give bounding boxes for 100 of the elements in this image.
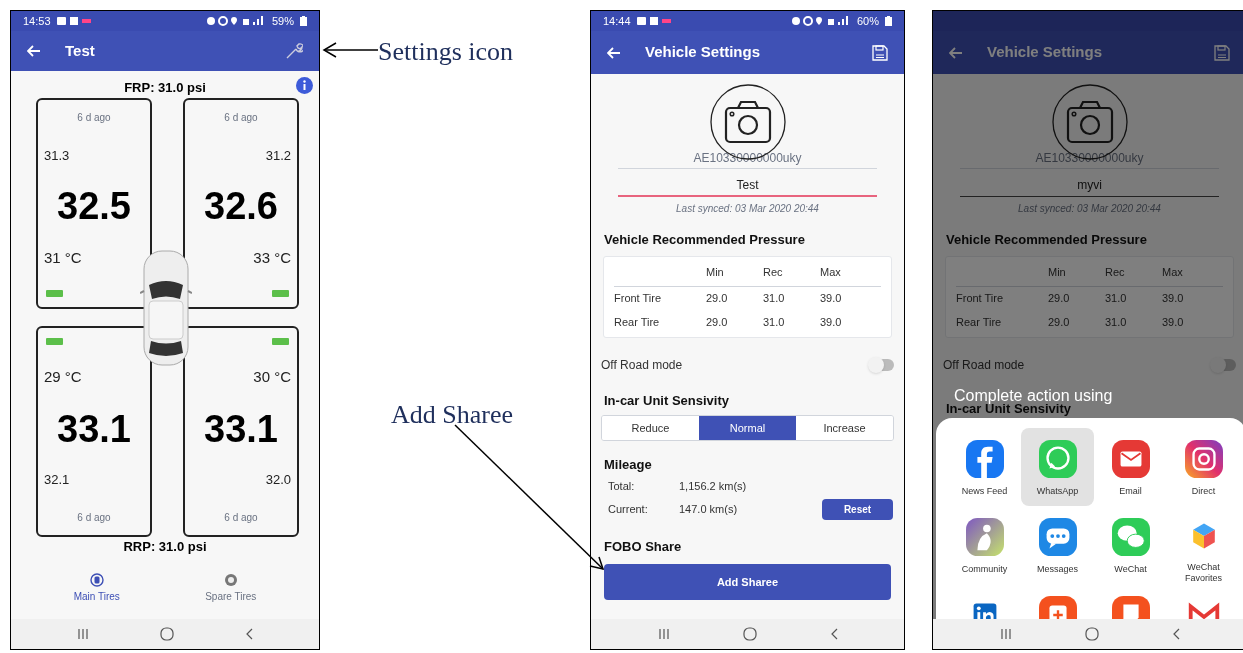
tire-card[interactable]: 29 °C 33.1 32.1 6 d ago [36,326,152,537]
sensor-battery-icon [272,338,289,345]
tire-reading: 32.0 [265,470,291,489]
app-label: News Feed [960,486,1009,497]
recent-apps-icon[interactable] [657,628,670,640]
last-update-time: 6 d ago [77,111,111,125]
app-label: WhatsApp [1035,486,1080,497]
table-cell-text: 29.0 [1048,291,1071,307]
setting-label: Off Road mode [943,356,1025,374]
tire-reading: 31.3 [44,146,70,165]
tire-card[interactable]: 30 °C 33.1 32.0 6 d ago [183,326,299,537]
tire-pressure: 32.5 [57,186,131,226]
app-option[interactable]: Email [1094,428,1167,506]
back-arrow-icon[interactable] [949,46,963,59]
sensor-battery-icon [46,290,63,297]
table-cell-text: 31.0 [1105,291,1128,307]
app-icon [1038,440,1077,478]
last-synced-text: Last synced: 03 Mar 2020 20:44 [675,202,820,216]
app-option[interactable]: Community [948,506,1021,584]
battery-icon [885,16,892,26]
battery-icon [300,16,307,26]
row-label: Front Tire [956,291,1005,307]
back-arrow-icon[interactable] [607,46,621,59]
mileage-label: Total: [608,478,636,494]
app-label: WeChat Favorites [1184,562,1223,584]
back-icon[interactable] [829,628,838,640]
table-cell-text: 39.0 [1162,315,1185,331]
table-cell-text: 39.0 [1162,291,1185,307]
table-cell-text: 31.0 [1105,315,1128,331]
app-icon [1111,518,1150,556]
tire-temperature: 31 °C [44,247,82,268]
mileage-label: Current: [608,501,649,517]
segment-option[interactable]: Increase [796,416,893,440]
bottom-tab[interactable]: Main Tires [73,572,120,604]
back-icon[interactable] [245,628,254,640]
toggle-switch[interactable] [1212,358,1236,371]
tire-reading: 32.1 [44,470,70,489]
save-icon[interactable] [872,44,888,61]
sensor-battery-icon [46,338,63,345]
bottom-tab[interactable]: Spare Tires [205,572,257,604]
app-label: Email [1118,486,1143,497]
segment-option[interactable]: Normal [699,416,796,440]
tire-pressure: 32.6 [204,186,278,226]
app-icon [1184,440,1223,478]
section-title: Vehicle Recommended Pressure [603,231,806,249]
vehicle-name-field[interactable]: myvi [960,175,1219,197]
sensor-battery-icon [272,290,289,297]
home-icon[interactable] [742,627,757,641]
last-synced-text: Last synced: 03 Mar 2020 20:44 [1017,202,1162,216]
screen-title: Vehicle Settings [645,42,762,63]
app-icon [965,440,1004,478]
status-time: 14:53 [23,13,51,29]
app-icon [1111,440,1150,478]
table-cell-text: 29.0 [706,315,729,331]
app-option[interactable]: WeChat Favorites [1167,506,1240,584]
back-arrow-icon[interactable] [27,45,41,57]
recent-apps-icon[interactable] [76,628,89,640]
table-cell-text: 29.0 [1048,315,1071,331]
battery-percent: 60% [856,13,879,29]
table-cell-text: 31.0 [763,315,786,331]
tire-temperature: 29 °C [44,366,82,387]
app-icon [965,518,1004,556]
last-update-time: 6 d ago [77,511,111,525]
app-option[interactable]: WeChat [1094,506,1167,584]
recent-apps-icon[interactable] [999,628,1012,640]
tire-pressure: 33.1 [204,409,278,449]
status-icons-drawing [790,16,851,26]
save-icon[interactable] [1214,44,1230,61]
screen-title: Test [65,40,96,61]
status-icons-drawing [205,16,266,26]
reset-button[interactable]: Reset [822,498,893,520]
table-cell-text: 39.0 [820,315,843,331]
table-cell-text: 29.0 [706,291,729,307]
info-icon[interactable] [296,77,313,94]
column-header: Min [706,264,725,280]
app-option[interactable]: Messages [1021,506,1094,584]
app-option[interactable]: News Feed [948,428,1021,506]
back-icon[interactable] [1171,628,1180,640]
app-icon [1038,518,1077,556]
home-icon[interactable] [160,627,174,641]
share-sheet-title: Complete action using [954,387,1113,404]
app-label: Community [960,564,1009,575]
vehicle-name-field[interactable]: Test [618,175,877,197]
app-option[interactable]: WhatsApp [1021,428,1094,506]
rear-pressure-label: RRP: 31.0 psi [122,538,208,556]
last-update-time: 6 d ago [224,511,258,525]
add-sharee-button[interactable]: Add Sharee [604,564,891,600]
toggle-switch[interactable] [870,358,894,371]
setting-label: Off Road mode [601,356,683,374]
car-tab-icon [89,572,104,587]
app-option[interactable]: Direct [1167,428,1240,506]
mileage-value: 147.0 km(s) [679,501,739,517]
screen-title: Vehicle Settings [987,42,1104,63]
home-icon[interactable] [1084,627,1099,641]
row-label: Front Tire [614,291,663,307]
section-title: Vehicle Recommended Pressure [945,231,1148,249]
tire-temperature: 30 °C [253,366,291,387]
section-title: FOBO Share [603,537,683,556]
wrench-icon[interactable] [285,42,303,60]
segment-option[interactable]: Reduce [602,416,699,440]
